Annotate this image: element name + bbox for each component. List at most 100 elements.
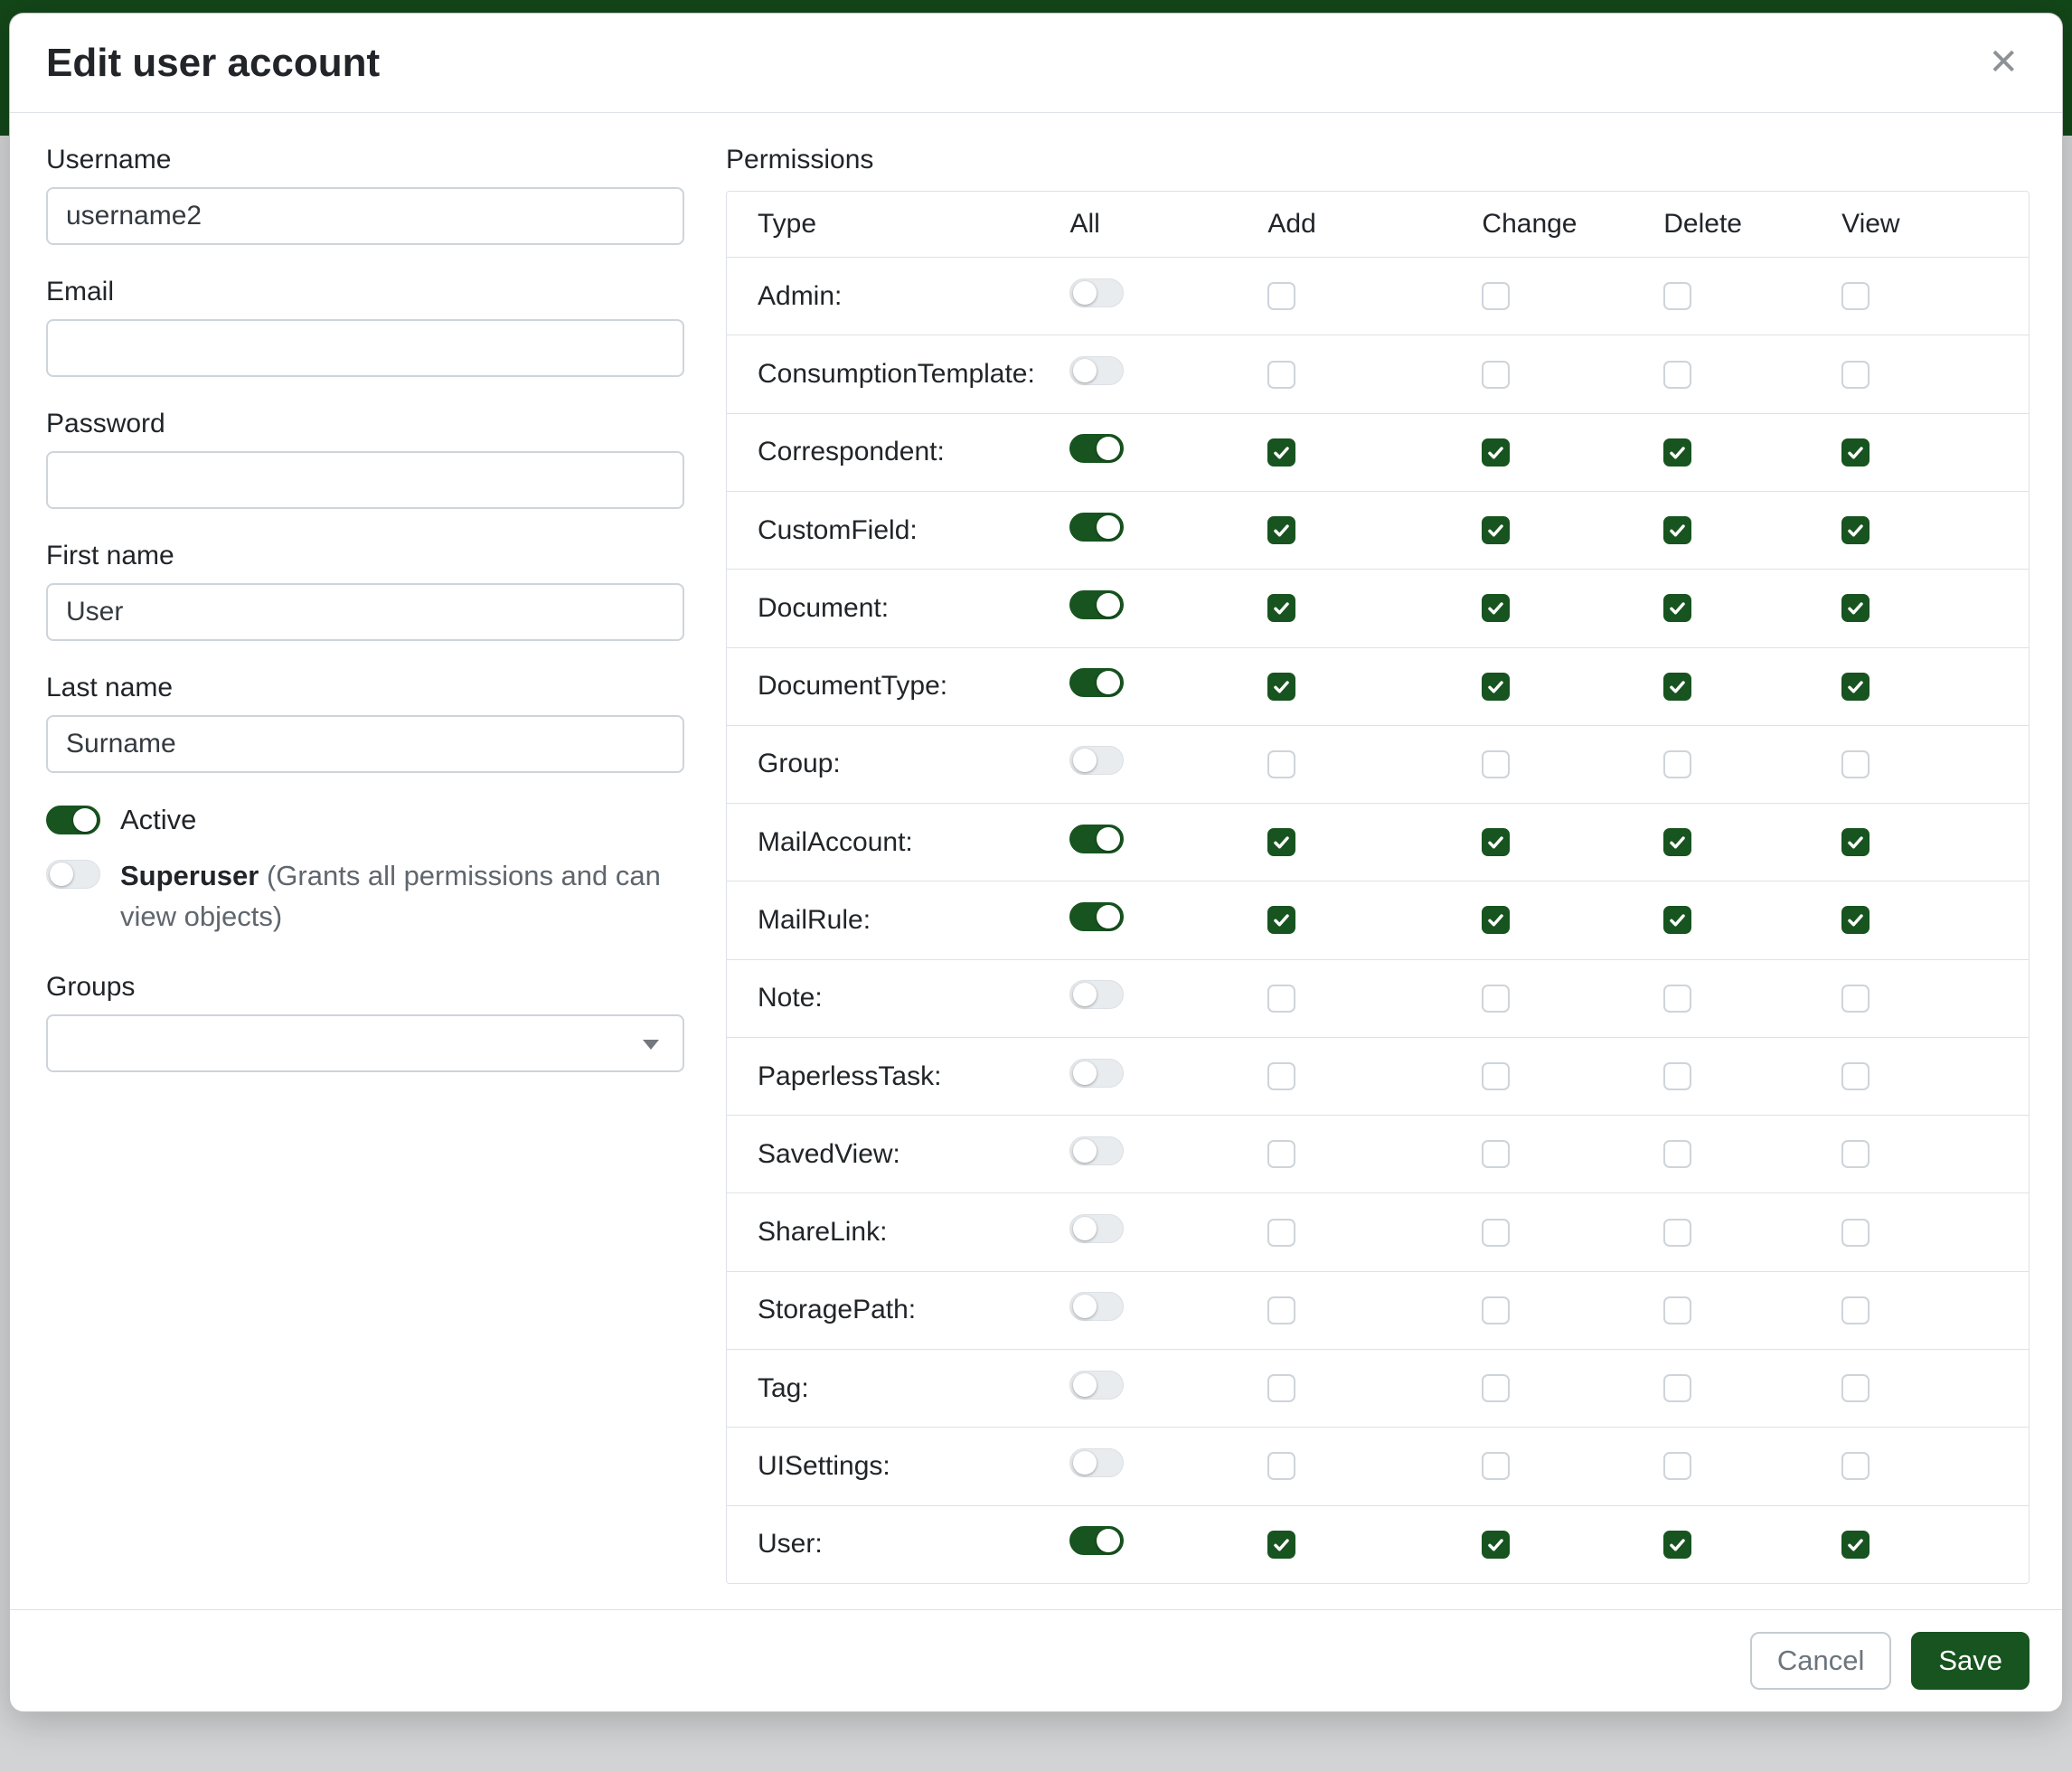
last-name-input[interactable] [46,715,684,773]
permission-delete-checkbox[interactable] [1663,1531,1691,1559]
permission-add-checkbox[interactable] [1267,1219,1295,1247]
groups-select[interactable] [46,1014,684,1072]
permission-all-toggle[interactable] [1069,1059,1124,1088]
permission-add-checkbox[interactable] [1267,361,1295,389]
permission-all-toggle[interactable] [1069,1526,1124,1555]
permission-delete-checkbox[interactable] [1663,1374,1691,1402]
save-button[interactable]: Save [1911,1632,2030,1690]
permission-view-checkbox[interactable] [1841,1140,1870,1168]
permission-type-label: DocumentType: [758,671,1069,702]
permission-delete-checkbox[interactable] [1663,516,1691,544]
permission-all-toggle[interactable] [1069,1136,1124,1165]
permission-all-toggle[interactable] [1069,902,1124,931]
permission-delete-checkbox[interactable] [1663,673,1691,701]
permission-view-checkbox[interactable] [1841,1374,1870,1402]
close-button[interactable]: ✕ [1981,41,2026,84]
permission-change-checkbox[interactable] [1482,1140,1510,1168]
permission-delete-checkbox[interactable] [1663,438,1691,467]
permission-all-toggle[interactable] [1069,356,1124,385]
dialog-body: Username Email Password First name Last … [10,113,2062,1609]
permission-change-checkbox[interactable] [1482,1374,1510,1402]
permission-view-checkbox[interactable] [1841,1452,1870,1480]
permission-change-checkbox[interactable] [1482,1062,1510,1090]
permission-view-checkbox[interactable] [1841,361,1870,389]
permission-all-toggle[interactable] [1069,1371,1124,1400]
permission-change-checkbox[interactable] [1482,985,1510,1013]
username-input[interactable] [46,187,684,245]
permission-delete-checkbox[interactable] [1663,985,1691,1013]
permission-change-checkbox[interactable] [1482,750,1510,778]
permission-delete-checkbox[interactable] [1663,828,1691,856]
permission-add-checkbox[interactable] [1267,906,1295,934]
permission-change-checkbox[interactable] [1482,673,1510,701]
permission-view-checkbox[interactable] [1841,673,1870,701]
permission-add-checkbox[interactable] [1267,594,1295,622]
permission-delete-checkbox[interactable] [1663,1452,1691,1480]
permission-add-checkbox[interactable] [1267,828,1295,856]
permission-view-checkbox[interactable] [1841,594,1870,622]
active-toggle[interactable] [46,806,100,834]
permission-all-toggle[interactable] [1069,746,1124,775]
first-name-input[interactable] [46,583,684,641]
permission-delete-checkbox[interactable] [1663,1140,1691,1168]
permission-add-checkbox[interactable] [1267,750,1295,778]
permission-delete-checkbox[interactable] [1663,750,1691,778]
permission-delete-checkbox[interactable] [1663,361,1691,389]
permission-change-checkbox[interactable] [1482,1296,1510,1324]
permission-change-checkbox[interactable] [1482,906,1510,934]
permission-delete-checkbox[interactable] [1663,282,1691,310]
email-input[interactable] [46,319,684,377]
permission-delete-checkbox[interactable] [1663,1062,1691,1090]
permission-view-checkbox[interactable] [1841,750,1870,778]
permission-all-toggle[interactable] [1069,1448,1124,1477]
permission-change-checkbox[interactable] [1482,361,1510,389]
permission-view-checkbox[interactable] [1841,1531,1870,1559]
permission-all-toggle[interactable] [1069,1292,1124,1321]
permission-add-checkbox[interactable] [1267,516,1295,544]
permission-row: Group: [727,725,2029,803]
permission-view-checkbox[interactable] [1841,438,1870,467]
permission-delete-checkbox[interactable] [1663,906,1691,934]
permission-view-checkbox[interactable] [1841,1296,1870,1324]
permission-change-checkbox[interactable] [1482,1452,1510,1480]
permission-all-toggle[interactable] [1069,825,1124,853]
permission-change-checkbox[interactable] [1482,828,1510,856]
permission-view-checkbox[interactable] [1841,1062,1870,1090]
permission-all-toggle[interactable] [1069,668,1124,697]
permission-add-checkbox[interactable] [1267,1531,1295,1559]
permission-add-checkbox[interactable] [1267,282,1295,310]
cancel-button[interactable]: Cancel [1750,1632,1892,1690]
permission-change-checkbox[interactable] [1482,1219,1510,1247]
permission-change-checkbox[interactable] [1482,516,1510,544]
password-input[interactable] [46,451,684,509]
permission-view-checkbox[interactable] [1841,828,1870,856]
permission-view-checkbox[interactable] [1841,985,1870,1013]
superuser-toggle[interactable] [46,860,100,889]
permission-add-checkbox[interactable] [1267,673,1295,701]
permission-row: PaperlessTask: [727,1037,2029,1115]
permission-view-checkbox[interactable] [1841,282,1870,310]
permission-delete-checkbox[interactable] [1663,594,1691,622]
permission-add-checkbox[interactable] [1267,1062,1295,1090]
permission-all-toggle[interactable] [1069,278,1124,307]
permission-add-checkbox[interactable] [1267,1374,1295,1402]
permission-all-toggle[interactable] [1069,980,1124,1009]
permission-view-checkbox[interactable] [1841,1219,1870,1247]
permission-change-checkbox[interactable] [1482,282,1510,310]
permission-delete-checkbox[interactable] [1663,1219,1691,1247]
permission-change-checkbox[interactable] [1482,1531,1510,1559]
permission-all-toggle[interactable] [1069,1214,1124,1243]
permission-add-checkbox[interactable] [1267,438,1295,467]
permission-change-checkbox[interactable] [1482,438,1510,467]
permission-view-checkbox[interactable] [1841,516,1870,544]
permission-all-toggle[interactable] [1069,513,1124,542]
permission-add-checkbox[interactable] [1267,985,1295,1013]
permission-delete-checkbox[interactable] [1663,1296,1691,1324]
permission-all-toggle[interactable] [1069,590,1124,619]
permission-all-toggle[interactable] [1069,434,1124,463]
permission-change-checkbox[interactable] [1482,594,1510,622]
permission-add-checkbox[interactable] [1267,1452,1295,1480]
permission-add-checkbox[interactable] [1267,1296,1295,1324]
permission-view-checkbox[interactable] [1841,906,1870,934]
permission-add-checkbox[interactable] [1267,1140,1295,1168]
